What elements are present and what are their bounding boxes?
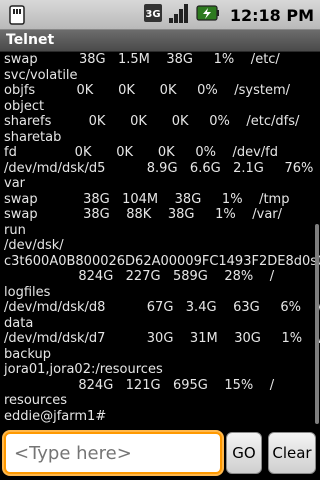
terminal-scrollbar[interactable] (315, 224, 319, 424)
command-input-bar: GO Clear (0, 430, 320, 480)
terminal-output[interactable]: swap 38G 1.5M 38G 1% /etc/ svc/volatile … (0, 52, 320, 430)
clear-button[interactable]: Clear (268, 432, 316, 474)
terminal-line: svc/volatile (4, 67, 78, 83)
sd-card-icon (8, 5, 26, 25)
terminal-line: logfiles (4, 284, 51, 300)
terminal-line: sharetab (4, 129, 62, 145)
terminal-line: sharefs 0K 0K 0K 0% /etc/dfs/ (4, 114, 300, 129)
terminal-line: swap 38G 1.5M 38G 1% /etc/ (4, 52, 280, 67)
terminal-line: var (4, 176, 26, 191)
go-button[interactable]: GO (226, 432, 262, 474)
network-3g-icon: 3G (143, 2, 162, 28)
terminal-line: /dev/md/dsk/d7 30G 31M 30G 1% / (4, 331, 320, 346)
clock: 12:18 PM (229, 5, 314, 25)
status-icons: 3G 12:18 PM (143, 2, 314, 28)
app-title: Telnet (6, 32, 55, 48)
svg-text:3G: 3G (145, 9, 160, 20)
terminal-line: backup (4, 346, 51, 362)
terminal-line: 824G 227G 589G 28% / (4, 269, 275, 284)
terminal-line: /dev/md/dsk/d8 67G 3.4G 63G 6% / (4, 300, 320, 315)
terminal-line: swap 38G 104M 38G 1% /tmp (4, 191, 290, 207)
terminal-line: eddie@jfarm1# (4, 408, 107, 424)
terminal-line: swap 38G 88K 38G 1% /var/ (4, 207, 283, 222)
terminal-line: object (4, 98, 45, 114)
terminal-line: jora01,jora02:/resources (4, 362, 163, 377)
terminal-line: objfs 0K 0K 0K 0% /system/ (4, 83, 291, 98)
terminal-line: c3t600A0B800026D62A00009FC1493F2DE8d0s0 (4, 253, 320, 269)
terminal-line: /dev/dsk/ (4, 238, 64, 253)
terminal-line: run (4, 222, 26, 238)
terminal-line: 824G 121G 695G 15% / (4, 377, 275, 393)
terminal-line: data (4, 315, 34, 331)
terminal-line: fd 0K 0K 0K 0% /dev/fd (4, 145, 279, 160)
terminal-line: resources (4, 393, 68, 408)
status-bar: 3G 12:18 PM (0, 0, 320, 30)
command-input[interactable] (4, 432, 222, 474)
battery-charging-icon (196, 2, 220, 28)
app-title-bar: Telnet (0, 30, 320, 52)
terminal-line: /dev/md/dsk/d5 8.9G 6.6G 2.1G 76% / (4, 160, 320, 176)
signal-strength-icon (168, 2, 190, 28)
